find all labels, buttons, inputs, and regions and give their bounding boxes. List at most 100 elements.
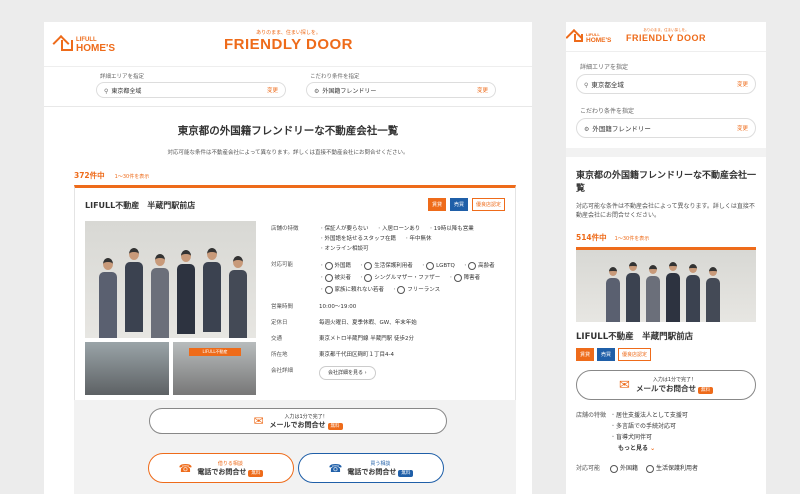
phone-icon: ☎ (328, 461, 343, 475)
hours-label: 営業時間 (271, 304, 294, 310)
rent-tel-button[interactable]: ☎ 借りる相談 電話でお問合せ 無料 (148, 453, 294, 483)
shop-name[interactable]: LIFULL不動産 半蔵門駅前店 (576, 330, 756, 342)
feature-item: 年中無休 (404, 234, 432, 244)
badge-certified: 優良店認定 (471, 198, 505, 211)
feature-label: 店舗の特徴 (576, 412, 607, 419)
welfare-icon (364, 261, 373, 270)
lifull-logo[interactable]: LIFULL HOME'S (574, 32, 611, 44)
mobile-search: 詳細エリアを指定 ⚲ 東京都全域 変更 こだわり条件を指定 ⚙ 外国籍フレンドリー 変更 (566, 62, 766, 138)
mobile-header: LIFULL HOME'S ありのまま、住まい探しを。 FRIENDLY DOOR (566, 22, 766, 52)
badge-sale: 売買 (597, 348, 616, 361)
mail-icon: ✉ (619, 377, 630, 393)
area-selector[interactable]: ⚲ 東京都全域 変更 (96, 82, 286, 98)
support-label: 対応可能 (576, 465, 601, 472)
address-value: 東京都千代田区麹町１丁目4-4 (319, 352, 394, 358)
badge-certified: 優良店認定 (618, 348, 652, 361)
condition-selector[interactable]: ⚙ 外国籍フレンドリー 変更 (576, 118, 756, 138)
staff-photo[interactable] (576, 250, 756, 322)
tagline: ありのまま、住まい探しを。 (256, 30, 321, 36)
page-title: 東京都の外国籍フレンドリーな不動産会社一覧 (576, 171, 757, 194)
mail-inquiry-button[interactable]: ✉ 入力は1分で完了！ メールでお問合せ 無料 (576, 370, 756, 400)
desktop-panel: LIFULL HOME'S ありのまま、住まい探しを。 FRIENDLY DOOR … (44, 22, 532, 494)
mail-inquiry-button[interactable]: ✉ 入力は1分で完了！ メールでお問合せ 無料 (149, 408, 447, 434)
mobile-panel: LIFULL HOME'S ありのまま、住まい探しを。 FRIENDLY DOOR … (566, 22, 766, 494)
youth-icon (324, 285, 333, 294)
disability-icon (453, 273, 462, 282)
show-more-link[interactable]: もっと見る ⌄ (618, 445, 655, 452)
support-item: 障害者 (463, 275, 481, 281)
interior-thumbnail[interactable] (85, 342, 169, 395)
address-label: 所在地 (271, 352, 288, 358)
search-bar: 詳細エリアを指定 ⚲ 東京都全域 変更 こだわり条件を指定 ⚙ 外国籍フレンドリー 変更 (44, 67, 532, 107)
staff-photo[interactable] (85, 221, 256, 338)
support-item: 家族に頼れない若者 (334, 287, 385, 293)
feature-item: オンライン相談可 (319, 244, 369, 254)
badge-rent: 賃貸 (427, 198, 446, 211)
shop-name[interactable]: LIFULL不動産 半蔵門駅前店 (85, 200, 195, 211)
settings-icon: ⚙ (314, 87, 320, 95)
support-item: フリーランス (407, 287, 441, 293)
area-selector[interactable]: ⚲ 東京都全域 変更 (576, 74, 756, 94)
support-item: 外国籍 (334, 263, 352, 269)
support-label: 対応可能 (271, 262, 294, 268)
result-count: 514件中 (576, 233, 607, 242)
location-icon: ⚲ (104, 87, 109, 95)
buy-tel-button[interactable]: ☎ 買う相談 電話でお問合せ 無料 (298, 453, 444, 483)
elderly-icon (468, 261, 477, 270)
access-label: 交通 (271, 336, 283, 342)
feature-item: 多言語での手続対応可 (610, 421, 676, 432)
feature-item: 保証人が要らない (319, 224, 369, 234)
feature-item: 外国語を話せるスタッフ在籍 (319, 234, 397, 244)
feature-item: 居住支援法人として支援可 (610, 410, 688, 421)
friendly-door-logo[interactable]: ありのまま、住まい探しを。 FRIENDLY DOOR (626, 28, 706, 43)
mail-icon: ✉ (253, 414, 264, 428)
area-label: 詳細エリアを指定 (100, 74, 145, 80)
settings-icon: ⚙ (584, 126, 590, 133)
feature-item: 入居ローンあり (377, 224, 420, 234)
foreigner-icon (324, 261, 333, 270)
support-item: シングルマザー・ファザー (374, 275, 441, 281)
home-icon (574, 34, 583, 42)
result-range: 1〜30件を表示 (114, 174, 150, 180)
page-note: 対応可能な条件は不動産会社によって異なります。詳しくは直接不動産会社にお問合せく… (576, 203, 755, 219)
feature-item: 盲導犬同伴可 (610, 432, 652, 443)
support-item: LGBTQ (436, 263, 455, 269)
badge-rent: 賃貸 (576, 348, 595, 361)
area-value: 東京都全域 (111, 87, 142, 95)
badge-sale: 売買 (449, 198, 468, 211)
support-item: 被災者 (334, 275, 352, 281)
lgbtq-icon (426, 261, 435, 270)
area-change-link[interactable]: 変更 (267, 86, 278, 94)
friendly-door-logo[interactable]: ありのまま、住まい探しを。 FRIENDLY DOOR (224, 29, 353, 53)
shop-card: LIFULL不動産 半蔵門駅前店 賃貸 売買 優良店認定 ✉ 入力は1分で完了！… (576, 247, 756, 473)
cond-change-link[interactable]: 変更 (477, 86, 488, 94)
store-sign-image: LIFULL不動産 (189, 348, 241, 356)
access-value: 東京メトロ半蔵門線 半蔵門駅 徒歩2分 (319, 336, 414, 342)
support-item: 生活保護利用者 (374, 263, 413, 269)
page-note: 対応可能な条件は不動産会社によって異なります。詳しくは直接不動産会社にお問合せく… (167, 150, 409, 156)
condition-selector[interactable]: ⚙ 外国籍フレンドリー 変更 (306, 82, 496, 98)
hours-value: 10:00〜19:00 (319, 304, 357, 310)
holiday-value: 毎週火曜日、夏季休暇、GW、年末年始 (319, 320, 417, 326)
result-count: 372件中 (74, 171, 105, 180)
cond-label: こだわり条件を指定 (310, 74, 360, 80)
phone-icon: ☎ (178, 461, 193, 475)
shop-info: 店舗の特徴 保証人が要らない入居ローンあり 19時以降も営業 外国語を話せるスタッ… (271, 224, 526, 386)
cond-value: 外国籍フレンドリー (322, 87, 377, 95)
support-item: 高齢者 (478, 263, 495, 269)
lifull-logo[interactable]: LIFULL HOME'S (61, 37, 115, 54)
holiday-label: 定休日 (271, 320, 288, 326)
disaster-icon (324, 273, 333, 282)
company-detail-button[interactable]: 会社詳細を見る › (319, 366, 376, 380)
feature-label: 店舗の特徴 (271, 226, 299, 232)
page-title: 東京都の外国籍フレンドリーな不動産会社一覧 (177, 125, 399, 137)
brand-name: FRIENDLY DOOR (224, 36, 354, 53)
result-range: 1〜30件を表示 (614, 236, 650, 242)
home-icon (61, 40, 73, 51)
logo-bottom: HOME'S (76, 43, 116, 54)
welfare-icon (646, 464, 655, 473)
foreigner-icon (610, 464, 618, 473)
location-icon: ⚲ (584, 82, 589, 89)
freelance-icon (397, 285, 406, 294)
storefront-thumbnail[interactable]: LIFULL不動産 (173, 342, 256, 395)
